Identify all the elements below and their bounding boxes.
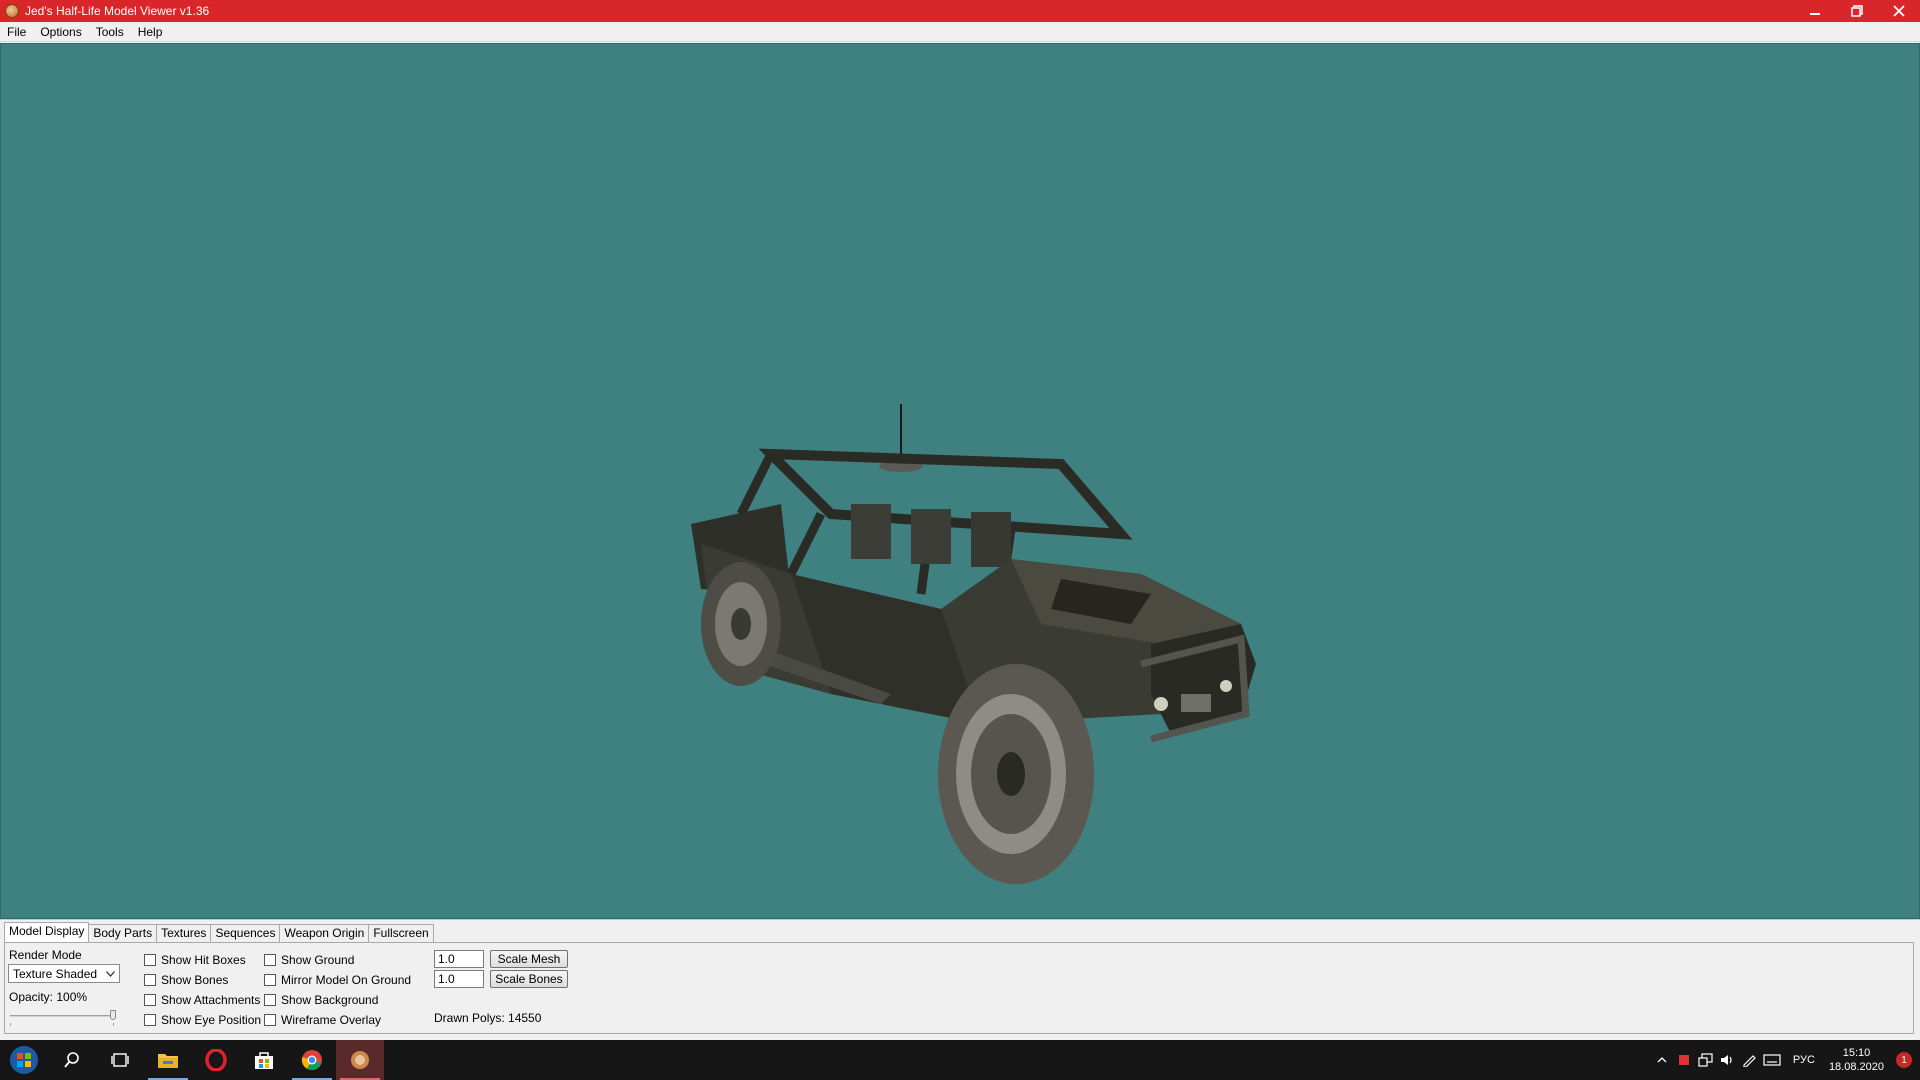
render-mode-label: Render Mode (9, 948, 82, 962)
start-button[interactable] (0, 1040, 48, 1080)
menu-tools[interactable]: Tools (89, 22, 131, 42)
chevron-down-icon (104, 967, 116, 980)
notification-badge[interactable]: 1 (1896, 1052, 1912, 1068)
model-viewport[interactable] (0, 43, 1920, 919)
flag-icon (1678, 1055, 1689, 1065)
mirror-model-on-ground-checkbox[interactable]: Mirror Model On Ground (264, 973, 411, 987)
network-button[interactable] (1695, 1040, 1717, 1080)
scale-mesh-button[interactable]: Scale Mesh (490, 950, 568, 968)
language-indicator[interactable]: РУС (1793, 1054, 1815, 1066)
window-title: Jed's Half-Life Model Viewer v1.36 (25, 4, 210, 18)
keyboard-icon (1763, 1054, 1781, 1066)
chrome-button[interactable] (288, 1040, 336, 1080)
pen-button[interactable] (1739, 1040, 1761, 1080)
volume-icon (1720, 1055, 1732, 1065)
show-attachments-checkbox[interactable]: Show Attachments (144, 993, 260, 1007)
menu-options[interactable]: Options (33, 22, 88, 42)
show-hit-boxes-checkbox[interactable]: Show Hit Boxes (144, 953, 246, 967)
system-tray: РУС 15:10 18.08.2020 1 (1651, 1040, 1920, 1080)
opera-button[interactable] (192, 1040, 240, 1080)
show-bones-checkbox[interactable]: Show Bones (144, 973, 228, 987)
network-icon (1698, 1053, 1713, 1067)
start-icon (10, 1046, 38, 1074)
search-icon (64, 1052, 79, 1068)
file-explorer-icon (158, 1054, 178, 1068)
minimize-icon (1810, 13, 1820, 15)
tray-app-button[interactable] (1673, 1040, 1695, 1080)
drawn-polys-readout: Drawn Polys: 14550 (434, 1011, 542, 1025)
task-view-icon (111, 1053, 129, 1067)
tab-weapon-origin[interactable]: Weapon Origin (279, 924, 370, 942)
model-viewer-taskbar-button[interactable] (336, 1040, 384, 1080)
file-explorer-button[interactable] (144, 1040, 192, 1080)
volume-button[interactable] (1717, 1040, 1739, 1080)
tab-fullscreen[interactable]: Fullscreen (368, 924, 434, 942)
clock-date: 18.08.2020 (1828, 1061, 1884, 1073)
close-icon (1893, 5, 1905, 17)
search-button[interactable] (48, 1040, 96, 1080)
keyboard-button[interactable] (1761, 1040, 1783, 1080)
scale-bones-input[interactable]: 1.0 (434, 970, 484, 988)
title-bar: Jed's Half-Life Model Viewer v1.36 (0, 0, 1920, 22)
tab-textures[interactable]: Textures (156, 924, 212, 942)
show-eye-position-checkbox[interactable]: Show Eye Position (144, 1013, 261, 1027)
tab-model-display[interactable]: Model Display (4, 922, 90, 942)
window-controls (1794, 0, 1920, 22)
chrome-icon (301, 1050, 322, 1071)
clock-time: 15:10 (1842, 1047, 1871, 1059)
opacity-label: Opacity: 100% (9, 990, 88, 1004)
vehicle-model-render (691, 404, 1256, 884)
menu-bar: File Options Tools Help (0, 22, 1920, 42)
model-viewer-icon (351, 1051, 369, 1069)
tab-sequences[interactable]: Sequences (210, 924, 281, 942)
store-icon (255, 1052, 273, 1069)
tray-overflow-button[interactable] (1651, 1040, 1673, 1080)
clock[interactable]: 15:10 18.08.2020 (1829, 1046, 1884, 1074)
restore-icon (1851, 5, 1863, 17)
show-ground-checkbox[interactable]: Show Ground (264, 953, 354, 967)
render-mode-value: Texture Shaded (13, 966, 98, 981)
minimize-button[interactable] (1794, 0, 1836, 22)
render-mode-select[interactable]: Texture Shaded (8, 964, 120, 983)
close-button[interactable] (1878, 0, 1920, 22)
taskbar: РУС 15:10 18.08.2020 1 (0, 1040, 1920, 1080)
menu-help[interactable]: Help (131, 22, 170, 42)
opacity-slider[interactable] (10, 1010, 120, 1026)
restore-button[interactable] (1836, 0, 1878, 22)
scale-bones-button[interactable]: Scale Bones (490, 970, 568, 988)
scale-mesh-input[interactable]: 1.0 (434, 950, 484, 968)
chevron-up-icon (1657, 1057, 1667, 1063)
app-icon (5, 4, 19, 18)
store-button[interactable] (240, 1040, 288, 1080)
wireframe-overlay-checkbox[interactable]: Wireframe Overlay (264, 1013, 381, 1027)
control-panel: Model Display Body Parts Textures Sequen… (0, 919, 1920, 1040)
show-background-checkbox[interactable]: Show Background (264, 993, 378, 1007)
task-view-button[interactable] (96, 1040, 144, 1080)
tab-body-parts[interactable]: Body Parts (88, 924, 158, 942)
opera-icon (205, 1049, 227, 1071)
opacity-slider-thumb[interactable] (110, 1010, 116, 1020)
tab-strip: Model Display Body Parts Textures Sequen… (4, 922, 434, 942)
pen-icon (1743, 1055, 1756, 1067)
menu-file[interactable]: File (0, 22, 33, 42)
